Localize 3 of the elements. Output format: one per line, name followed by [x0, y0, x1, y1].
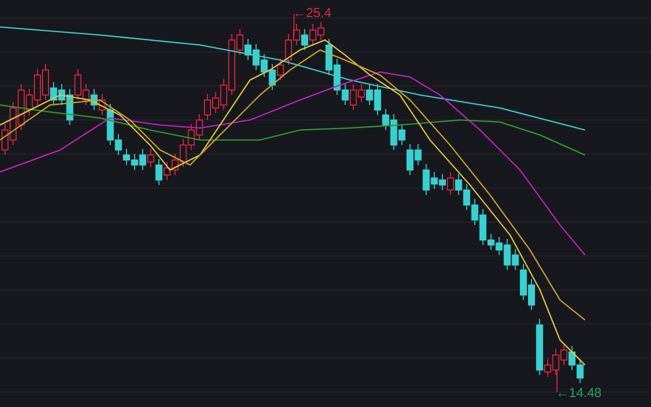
leader-line — [556, 370, 558, 392]
low-price-label: ←14.48 — [556, 385, 602, 400]
high-price-label: ←25.4 — [293, 5, 332, 20]
